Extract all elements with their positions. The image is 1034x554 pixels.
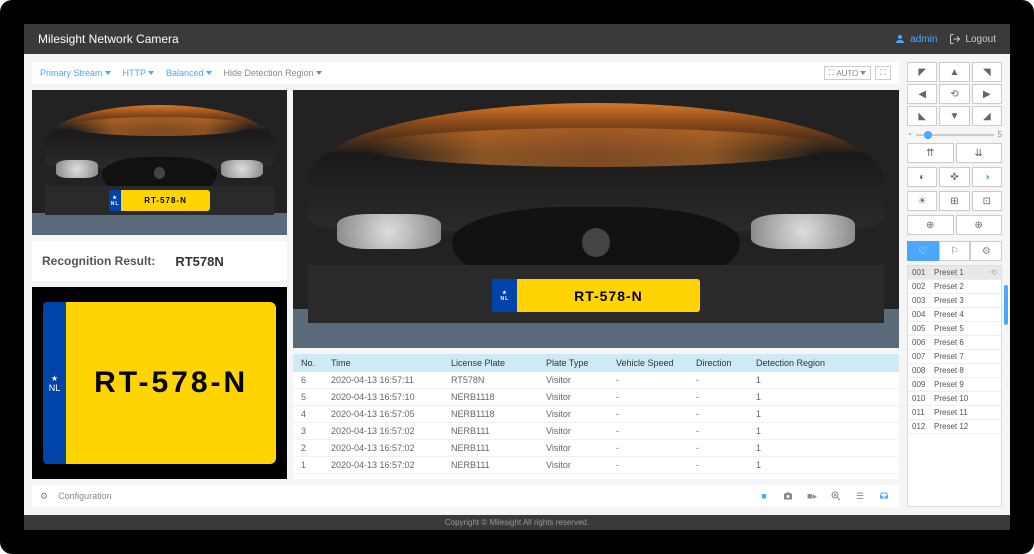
preset-item[interactable]: 001Preset 1⟲: [908, 266, 1001, 280]
iris-open-button[interactable]: ◐: [907, 167, 937, 187]
logout-icon: [949, 33, 961, 45]
hide-region-select[interactable]: Hide Detection Region: [224, 68, 322, 78]
gear-icon: ⚙: [40, 491, 48, 502]
stop-icon[interactable]: ■: [757, 489, 771, 503]
results-table: No. Time License Plate Plate Type Vehicl…: [293, 354, 899, 479]
expand-button[interactable]: ⛶: [875, 66, 891, 80]
bottom-bar: ⚙ Configuration ■ ■▸ ☰: [32, 485, 899, 507]
col-dir: Direction: [694, 357, 754, 369]
ptz-arrow-3[interactable]: ◀: [907, 84, 937, 104]
ptz-arrow-1[interactable]: ▲: [939, 62, 969, 82]
preset-item[interactable]: 004Preset 4: [908, 308, 1001, 322]
ptz-arrow-6[interactable]: ◣: [907, 106, 937, 126]
tab-preset[interactable]: ♡: [907, 241, 939, 261]
stream-select[interactable]: Primary Stream: [40, 68, 111, 78]
speed-slider[interactable]: [916, 134, 994, 136]
col-type: Plate Type: [544, 357, 614, 369]
user-icon: [894, 33, 906, 45]
app-title: Milesight Network Camera: [38, 32, 894, 46]
ptz-speed: ◔ 5: [907, 130, 1002, 139]
aux-button[interactable]: ⊡: [972, 191, 1002, 211]
plate-overlay: ★NLRT-578-N: [109, 190, 210, 211]
thumbnail-view: ★NLRT-578-N: [32, 90, 287, 235]
user-link[interactable]: admin: [894, 33, 937, 45]
chevron-down-icon: [316, 71, 322, 75]
ptz-arrow-4[interactable]: ⟲: [939, 84, 969, 104]
col-speed: Vehicle Speed: [614, 357, 694, 369]
ptz-arrow-5[interactable]: ▶: [972, 84, 1002, 104]
mode-select[interactable]: Balanced: [166, 68, 212, 78]
recognition-label: Recognition Result:: [42, 254, 155, 268]
config-link[interactable]: Configuration: [58, 491, 112, 501]
tab-patrol[interactable]: ⚐: [939, 241, 971, 261]
zoom-out-button[interactable]: ⇊: [956, 143, 1003, 163]
aux1-button[interactable]: ⊕: [907, 215, 954, 235]
light-button[interactable]: ☀: [907, 191, 937, 211]
recognition-panel: Recognition Result: RT578N: [32, 241, 287, 281]
ptz-arrow-2[interactable]: ◥: [972, 62, 1002, 82]
table-row[interactable]: 12020-04-13 16:57:02NERB111Visitor--1: [293, 457, 899, 474]
iris-close-button[interactable]: ◑: [972, 167, 1002, 187]
table-row[interactable]: 52020-04-13 16:57:10NERB1118Visitor--1: [293, 389, 899, 406]
preset-item[interactable]: 009Preset 9: [908, 378, 1001, 392]
table-row[interactable]: 22020-04-13 16:57:02NERB111Visitor--1: [293, 440, 899, 457]
zoom-icon[interactable]: [829, 489, 843, 503]
video-toolbar: Primary Stream HTTP Balanced Hide Detect…: [32, 62, 899, 84]
chevron-down-icon: [105, 71, 111, 75]
table-row[interactable]: 62020-04-13 16:57:11RT578NVisitor--1: [293, 372, 899, 389]
col-no: No.: [299, 357, 329, 369]
speed-value: 5: [998, 130, 1002, 139]
ptz-arrow-0[interactable]: ◤: [907, 62, 937, 82]
plate-eu-band: ★NL: [43, 302, 66, 464]
preset-item[interactable]: 008Preset 8: [908, 364, 1001, 378]
zoom-in-button[interactable]: ⇈: [907, 143, 954, 163]
chevron-down-icon: [860, 71, 866, 75]
col-plate: License Plate: [449, 357, 544, 369]
snapshot-icon[interactable]: [781, 489, 795, 503]
auto-button[interactable]: ⛶ AUTO: [824, 66, 872, 80]
col-time: Time: [329, 357, 449, 369]
preset-tabs: ♡ ⚐ ⚙: [907, 241, 1002, 261]
live-view[interactable]: ★NLRT-578-N: [293, 90, 899, 348]
preset-item[interactable]: 003Preset 3: [908, 294, 1001, 308]
user-name: admin: [910, 34, 937, 45]
speed-icon: ◔: [907, 130, 912, 139]
app-header: Milesight Network Camera admin Logout: [24, 24, 1010, 54]
chevron-down-icon: [148, 71, 154, 75]
drag-handle[interactable]: [1004, 285, 1008, 325]
col-region: Detection Region: [754, 357, 844, 369]
table-row[interactable]: 32020-04-13 16:57:02NERB111Visitor--1: [293, 423, 899, 440]
ptz-arrow-8[interactable]: ◢: [972, 106, 1002, 126]
logout-link[interactable]: Logout: [949, 33, 996, 45]
preset-item[interactable]: 011Preset 11: [908, 406, 1001, 420]
focus-button[interactable]: ✜: [939, 167, 969, 187]
wiper-button[interactable]: ⊞: [939, 191, 969, 211]
recognition-value: RT578N: [175, 254, 223, 269]
plate-overlay: ★NLRT-578-N: [492, 279, 699, 312]
preset-item[interactable]: 012Preset 12: [908, 420, 1001, 434]
ptz-pad: ◤▲◥ ◀⟲▶ ◣▼◢: [907, 62, 1002, 126]
footer: Copyright © Milesight All rights reserve…: [24, 515, 1010, 530]
protocol-select[interactable]: HTTP: [123, 68, 155, 78]
preset-item[interactable]: 002Preset 2: [908, 280, 1001, 294]
preset-list: 001Preset 1⟲002Preset 2003Preset 3004Pre…: [907, 265, 1002, 507]
chevron-down-icon: [206, 71, 212, 75]
aux2-button[interactable]: ⊕: [956, 215, 1003, 235]
table-row[interactable]: 42020-04-13 16:57:05NERB1118Visitor--1: [293, 406, 899, 423]
ptz-arrow-7[interactable]: ▼: [939, 106, 969, 126]
preset-item[interactable]: 005Preset 5: [908, 322, 1001, 336]
plate-text: RT-578-N: [66, 366, 276, 400]
tab-pattern[interactable]: ⚙: [970, 241, 1002, 261]
preset-item[interactable]: 010Preset 10: [908, 392, 1001, 406]
preset-item[interactable]: 007Preset 7: [908, 350, 1001, 364]
plate-closeup: ★NL RT-578-N: [32, 287, 287, 479]
logout-label: Logout: [965, 34, 996, 45]
car-icon[interactable]: [877, 489, 891, 503]
record-icon[interactable]: ■▸: [805, 489, 819, 503]
settings-icon[interactable]: ☰: [853, 489, 867, 503]
preset-item[interactable]: 006Preset 6: [908, 336, 1001, 350]
